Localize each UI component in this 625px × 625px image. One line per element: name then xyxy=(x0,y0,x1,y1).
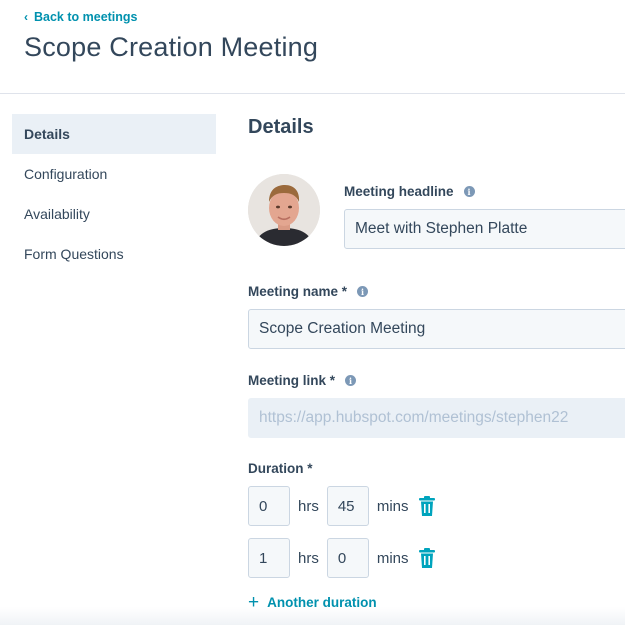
meeting-headline-label-text: Meeting headline xyxy=(344,184,454,199)
duration-minutes-input[interactable]: 45 xyxy=(326,486,369,526)
info-icon[interactable]: i xyxy=(357,286,369,297)
meeting-name-input[interactable]: Scope Creation Meeting xyxy=(248,309,625,349)
back-link-label: Back to meetings xyxy=(34,10,138,24)
sidebar-item-configuration[interactable]: Configuration xyxy=(12,154,216,194)
duration-hours-input[interactable]: 0 xyxy=(248,486,290,526)
meeting-name-value: Scope Creation Meeting xyxy=(259,320,426,337)
minutes-value: 45 xyxy=(337,497,355,515)
settings-sidebar: Details Configuration Availability Form … xyxy=(12,114,216,274)
details-panel: Details Meeting headline i Meet with Ste… xyxy=(248,94,625,625)
trash-icon[interactable] xyxy=(418,496,435,516)
back-to-meetings-link[interactable]: ‹ Back to meetings xyxy=(24,10,138,24)
info-icon[interactable]: i xyxy=(463,186,475,197)
duration-minutes-input[interactable]: 0 xyxy=(326,538,369,578)
duration-row: 1 hrs 0 mins xyxy=(248,538,435,578)
avatar-photo-icon xyxy=(248,174,320,246)
minutes-unit: mins xyxy=(376,497,409,515)
meeting-name-label: Meeting name * i xyxy=(248,284,369,299)
minutes-unit: mins xyxy=(376,549,409,567)
meeting-headline-value: Meet with Stephen Platte xyxy=(355,220,528,237)
meeting-link-input: https://app.hubspot.com/meetings/stephen… xyxy=(248,398,625,438)
hours-value: 1 xyxy=(259,549,268,567)
sidebar-item-details[interactable]: Details xyxy=(12,114,216,154)
meeting-link-value: https://app.hubspot.com/meetings/stephen… xyxy=(259,409,569,426)
page-title: Scope Creation Meeting xyxy=(24,32,319,62)
duration-hours-input[interactable]: 1 xyxy=(248,538,290,578)
minutes-value: 0 xyxy=(337,549,347,567)
meeting-headline-label: Meeting headline i xyxy=(344,184,475,199)
meeting-link-label-text: Meeting link * xyxy=(248,373,336,388)
info-icon[interactable]: i xyxy=(345,375,357,386)
duration-label-text: Duration * xyxy=(248,461,313,476)
hours-value: 0 xyxy=(259,497,268,515)
meeting-link-label: Meeting link * i xyxy=(248,373,357,388)
bottom-shadow xyxy=(0,607,625,625)
hours-unit: hrs xyxy=(298,549,319,567)
section-title: Details xyxy=(248,116,314,138)
hours-unit: hrs xyxy=(298,497,319,515)
meeting-headline-input[interactable]: Meet with Stephen Platte xyxy=(344,209,625,249)
sidebar-item-availability[interactable]: Availability xyxy=(12,194,216,234)
duration-row: 0 hrs 45 mins xyxy=(248,486,435,526)
sidebar-item-form-questions[interactable]: Form Questions xyxy=(12,234,216,274)
meeting-name-label-text: Meeting name * xyxy=(248,284,348,299)
duration-label: Duration * xyxy=(248,461,313,476)
trash-icon[interactable] xyxy=(418,548,435,568)
page-header: ‹ Back to meetings Scope Creation Meetin… xyxy=(0,0,625,94)
chevron-left-icon: ‹ xyxy=(24,10,28,24)
avatar[interactable] xyxy=(248,174,320,246)
